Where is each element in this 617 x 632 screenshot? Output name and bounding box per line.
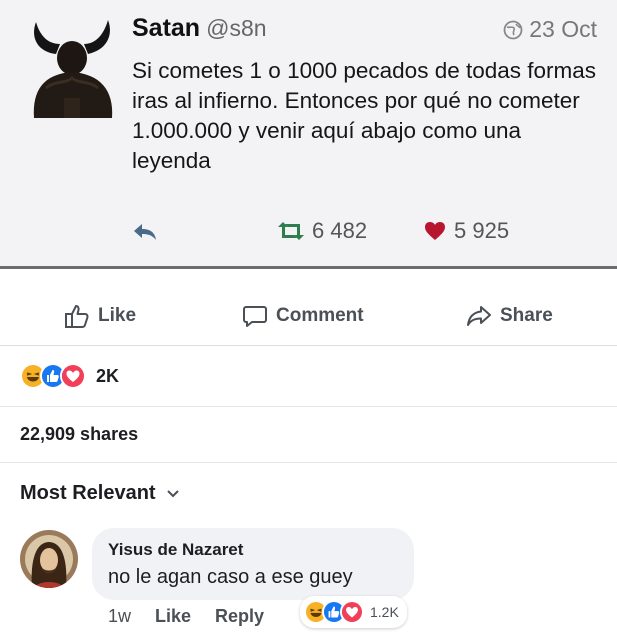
post-action-bar: Like Comment Share <box>0 287 617 346</box>
reply-icon[interactable] <box>132 222 158 242</box>
like-button[interactable]: Like <box>64 287 136 345</box>
comment-author[interactable]: Yisus de Nazaret <box>108 540 243 560</box>
tweet-bottom-rule <box>0 266 617 269</box>
comment-text: no le agan caso a ese guey <box>108 566 353 588</box>
divider <box>0 406 617 407</box>
reactions-count: 2K <box>96 365 120 386</box>
tweet-text: Si cometes 1 o 1000 pecados de todas for… <box>132 58 597 173</box>
tweet-card: Satan @s8n 23 Oct Si cometes 1 o 1000 pec… <box>0 0 617 268</box>
comment-label: Comment <box>276 305 364 326</box>
tweet-date-text: 23 Oct <box>529 16 597 42</box>
tweet-like-count: 5 925 <box>454 218 510 243</box>
retweet-count: 6 482 <box>312 218 368 243</box>
love-reaction-icon <box>60 363 86 389</box>
comment-time[interactable]: 1w <box>108 606 131 627</box>
comment-meta: 1w Like Reply <box>108 606 264 627</box>
tweet-author-name[interactable]: Satan <box>132 14 200 42</box>
comment-reactions[interactable]: 1.2K <box>300 596 407 628</box>
divider <box>0 462 617 463</box>
comment-bubble: Yisus de Nazaret no le agan caso a ese g… <box>92 528 414 600</box>
tweet-author[interactable]: Satan @s8n <box>132 14 267 43</box>
shares-count[interactable]: 22,909 shares <box>20 424 138 445</box>
tweet-date: 23 Oct <box>503 16 597 43</box>
comment-reaction-count: 1.2K <box>370 604 399 620</box>
comments-filter-dropdown[interactable]: Most Relevant <box>20 482 180 505</box>
tweet-handle[interactable]: @s8n <box>206 15 266 41</box>
comment-icon <box>243 306 267 327</box>
comment-button[interactable]: Comment <box>242 287 364 345</box>
devil-avatar <box>33 20 113 118</box>
love-reaction-icon <box>340 600 364 624</box>
share-button[interactable]: Share <box>466 287 553 345</box>
reactions-summary[interactable]: 2K <box>20 362 119 390</box>
chevron-down-icon <box>166 489 179 497</box>
tweet-like-button[interactable]: 5 925 <box>424 218 509 244</box>
globe-icon <box>503 20 523 39</box>
thumbs-up-icon <box>65 305 89 328</box>
share-label: Share <box>500 305 553 326</box>
like-label: Like <box>98 305 137 326</box>
share-icon <box>467 306 491 326</box>
tweet-actions: 6 482 5 925 <box>132 218 552 248</box>
retweet-icon <box>278 222 304 240</box>
comment-like-button[interactable]: Like <box>155 606 191 627</box>
comments-filter-label: Most Relevant <box>20 482 156 504</box>
retweet-button[interactable]: 6 482 <box>276 218 367 244</box>
heart-icon <box>425 222 445 240</box>
commenter-avatar[interactable] <box>20 530 78 588</box>
comment-reply-button[interactable]: Reply <box>215 606 264 627</box>
